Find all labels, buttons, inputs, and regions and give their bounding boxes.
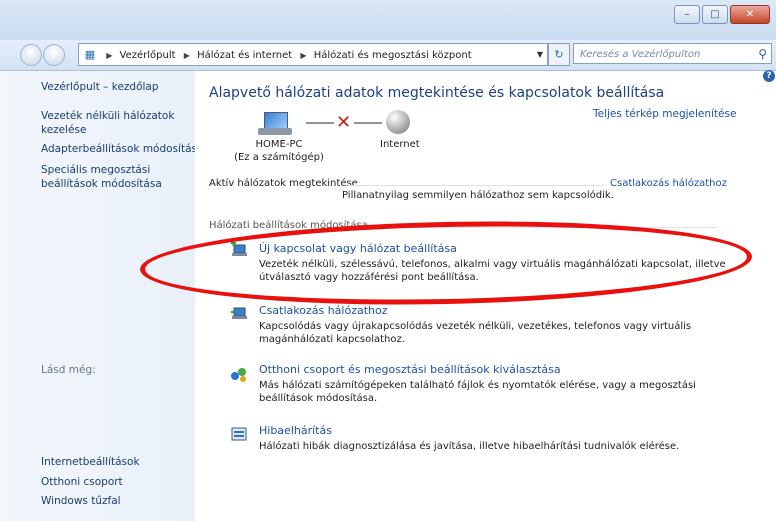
chevron-down-icon[interactable]: ▼ bbox=[537, 44, 543, 65]
task-homegroup-sharing-desc: Más hálózati számítógépeken található fá… bbox=[259, 380, 696, 404]
task-new-connection-desc: Vezeték nélküli, szélessávú, telefonos, … bbox=[259, 259, 726, 283]
navigation-bar: ▦ ▶ Vezérlőpult ▶ Hálózat és internet ▶ … bbox=[0, 40, 776, 71]
task-troubleshoot-desc: Hálózati hibák diagnosztizálása és javít… bbox=[259, 441, 680, 452]
internet-globe-icon[interactable] bbox=[386, 110, 410, 134]
active-networks-heading: Aktív hálózatok megtekintése bbox=[209, 178, 358, 189]
refresh-button[interactable]: ↻ bbox=[548, 43, 570, 66]
sidebar-item-advanced-sharing[interactable]: Speciális megosztási beállítások módosít… bbox=[41, 163, 181, 191]
internet-label: Internet bbox=[380, 139, 420, 150]
see-also-homegroup[interactable]: Otthoni csoport bbox=[41, 476, 123, 488]
forward-button[interactable] bbox=[43, 44, 65, 66]
connect-network-icon[interactable] bbox=[230, 305, 248, 321]
change-settings-heading: Hálózati beállítások módosítása bbox=[209, 220, 368, 231]
task-connect-network[interactable]: Csatlakozás hálózathoz bbox=[259, 304, 388, 317]
disconnected-x-icon[interactable]: ✕ bbox=[336, 112, 351, 133]
see-also-windows-firewall[interactable]: Windows tűzfal bbox=[41, 495, 121, 507]
task-troubleshoot[interactable]: Hibaelhárítás bbox=[259, 424, 332, 437]
new-connection-icon[interactable] bbox=[230, 242, 248, 258]
computer-icon[interactable] bbox=[258, 110, 292, 136]
task-homegroup-sharing[interactable]: Otthoni csoport és megosztási beállításo… bbox=[259, 363, 561, 376]
search-icon[interactable]: ⚲ bbox=[758, 44, 767, 65]
computer-sublabel: (Ez a számítógép) bbox=[234, 152, 324, 163]
homegroup-icon[interactable] bbox=[230, 366, 248, 382]
connection-line bbox=[306, 122, 334, 124]
divider bbox=[388, 227, 716, 228]
breadcrumb-control-panel[interactable]: Vezérlőpult bbox=[120, 50, 176, 61]
task-connect-network-desc: Kapcsolódás vagy újrakapcsolódás vezeték… bbox=[259, 321, 692, 345]
troubleshoot-icon[interactable] bbox=[230, 426, 248, 442]
window-controls: – □ ✕ bbox=[672, 5, 770, 24]
divider bbox=[348, 185, 604, 186]
connect-to-network-link[interactable]: Csatlakozás hálózathoz bbox=[610, 178, 727, 189]
sidebar-item-adapter-settings[interactable]: Adapterbeállítások módosítása bbox=[41, 142, 203, 156]
connection-line bbox=[354, 122, 382, 124]
back-button[interactable] bbox=[20, 44, 42, 66]
page-title: Alapvető hálózati adatok megtekintése és… bbox=[209, 85, 665, 101]
chevron-right-icon: ▶ bbox=[183, 51, 190, 60]
sidebar-item-wireless-networks[interactable]: Vezeték nélküli hálózatok kezelése bbox=[41, 109, 181, 137]
search-placeholder: Keresés a Vezérlőpulton bbox=[580, 49, 701, 60]
task-new-connection[interactable]: Új kapcsolat vagy hálózat beállítása bbox=[259, 242, 457, 255]
control-panel-icon: ▦ bbox=[84, 48, 96, 61]
see-also-internet-options[interactable]: Internetbeállítások bbox=[41, 456, 140, 468]
close-button[interactable]: ✕ bbox=[730, 5, 770, 24]
no-network-text: Pillanatnyilag semmilyen hálózathoz sem … bbox=[342, 190, 614, 201]
search-input[interactable]: Keresés a Vezérlőpulton ⚲ bbox=[573, 43, 772, 64]
chevron-right-icon: ▶ bbox=[106, 51, 113, 60]
chevron-right-icon: ▶ bbox=[300, 51, 307, 60]
left-pane bbox=[0, 71, 195, 521]
breadcrumb-network-internet[interactable]: Hálózat és internet bbox=[197, 50, 292, 61]
computer-name: HOME-PC bbox=[255, 139, 303, 150]
window-titlebar: – □ ✕ bbox=[0, 0, 776, 40]
help-icon[interactable]: ? bbox=[763, 70, 775, 82]
see-also-label: Lásd még: bbox=[41, 364, 96, 376]
breadcrumb-network-sharing-center[interactable]: Hálózati és megosztási központ bbox=[314, 50, 472, 61]
address-bar[interactable]: ▦ ▶ Vezérlőpult ▶ Hálózat és internet ▶ … bbox=[78, 43, 548, 66]
sidebar-item-control-panel-home[interactable]: Vezérlőpult – kezdőlap bbox=[41, 80, 159, 94]
full-map-link[interactable]: Teljes térkép megjelenítése bbox=[593, 108, 736, 120]
minimize-button[interactable]: – bbox=[674, 5, 700, 24]
maximize-button[interactable]: □ bbox=[702, 5, 728, 24]
